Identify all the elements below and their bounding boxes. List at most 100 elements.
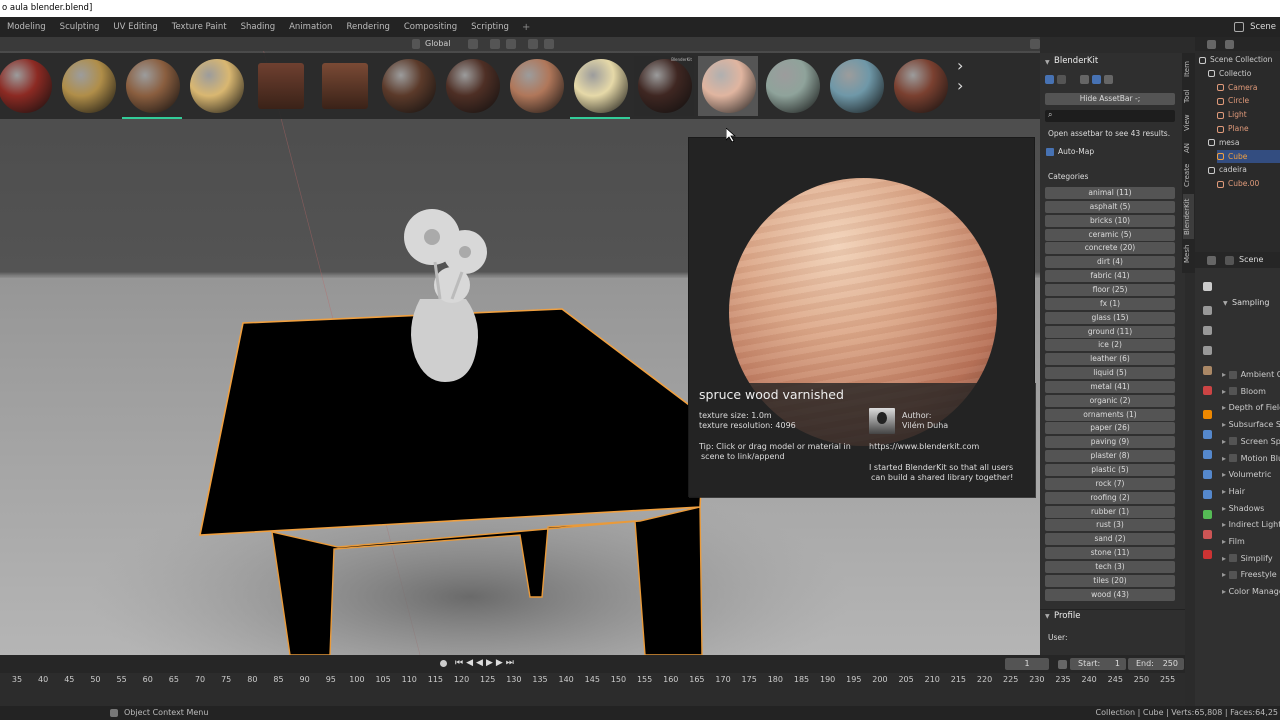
asset-thumbnail[interactable] xyxy=(442,56,502,116)
sidebar-tab[interactable]: View xyxy=(1183,110,1194,135)
material-tab-icon[interactable] xyxy=(1203,530,1212,539)
expand-arrow-icon[interactable]: ▸ xyxy=(1222,554,1229,563)
asset-thumbnail[interactable] xyxy=(378,56,438,116)
profile-collapse-icon[interactable]: ▼ xyxy=(1045,613,1050,620)
transport-icons[interactable]: ⏮◀◀▶▶⏭ xyxy=(455,658,517,668)
frame-ruler[interactable]: 35 40 45 50 55 60 65 70 75 80 85 90 95 100 105 110 115 12… xyxy=(0,675,1185,689)
tool-tab-icon[interactable] xyxy=(1203,282,1212,291)
category-button[interactable]: organic (2) xyxy=(1045,394,1175,407)
category-button[interactable]: rust (3) xyxy=(1045,519,1175,532)
render-setting-panel[interactable]: ▸ Hair xyxy=(1222,487,1245,496)
category-button[interactable]: fabric (41) xyxy=(1045,270,1175,283)
category-button[interactable]: ground (11) xyxy=(1045,325,1175,338)
workspace-tab[interactable]: UV Editing xyxy=(106,17,164,37)
outliner-row[interactable]: Plane xyxy=(1217,122,1249,135)
render-setting-panel[interactable]: ▸ Motion Blu xyxy=(1222,454,1280,463)
world-tab-icon[interactable] xyxy=(1203,386,1212,395)
expand-arrow-icon[interactable]: ▸ xyxy=(1222,370,1229,379)
workspace-tab[interactable]: Animation xyxy=(282,17,339,37)
record-icon[interactable] xyxy=(440,660,447,667)
search-input[interactable]: ⌕ xyxy=(1045,110,1175,122)
orientation-icon[interactable] xyxy=(412,39,420,49)
category-button[interactable]: roofing (2) xyxy=(1045,491,1175,504)
category-button[interactable]: fx (1) xyxy=(1045,297,1175,310)
output-tab-icon[interactable] xyxy=(1203,326,1212,335)
sidebar-tab[interactable]: Item xyxy=(1183,57,1194,81)
current-frame-field[interactable]: 1 xyxy=(1005,658,1049,670)
render-setting-panel[interactable]: ▸ Freestyle xyxy=(1222,570,1277,579)
outliner-row[interactable]: Cube.00 xyxy=(1217,177,1259,190)
render-tab-icon[interactable] xyxy=(1203,306,1212,315)
visibility-icon[interactable] xyxy=(1030,39,1040,49)
collapse-arrow-icon[interactable]: ▼ xyxy=(1045,59,1050,66)
workspace-tab[interactable]: Compositing xyxy=(397,17,464,37)
asset-thumbnail[interactable] xyxy=(890,56,950,116)
workspace-tab[interactable]: Shading xyxy=(234,17,283,37)
sampling-arrow-icon[interactable]: ▼ xyxy=(1223,300,1228,307)
scene-icon[interactable] xyxy=(1234,22,1244,32)
category-button[interactable]: plaster (8) xyxy=(1045,450,1175,463)
enable-checkbox[interactable] xyxy=(1228,554,1237,563)
workspace-tab[interactable]: Texture Paint xyxy=(165,17,234,37)
add-workspace-button[interactable]: + xyxy=(516,22,536,33)
proportional-edit-icon[interactable] xyxy=(528,39,538,49)
category-button[interactable]: rock (7) xyxy=(1045,477,1175,490)
falloff-icon[interactable] xyxy=(544,39,554,49)
outliner-row[interactable]: Light xyxy=(1217,108,1247,121)
render-setting-panel[interactable]: ▸ Film xyxy=(1222,537,1245,546)
category-button[interactable]: tiles (20) xyxy=(1045,574,1175,587)
sidebar-tab[interactable]: Tool xyxy=(1183,86,1194,106)
material-icon[interactable] xyxy=(1092,75,1101,84)
category-button[interactable]: asphalt (5) xyxy=(1045,200,1175,213)
outliner-row[interactable]: Scene Collection xyxy=(1199,53,1272,66)
category-button[interactable]: paper (26) xyxy=(1045,422,1175,435)
outliner-row[interactable]: Circle xyxy=(1217,94,1249,107)
scene-selector[interactable]: Scene xyxy=(1250,17,1280,37)
asset-thumbnail[interactable] xyxy=(826,56,886,116)
expand-arrow-icon[interactable]: ▸ xyxy=(1222,454,1229,463)
category-button[interactable]: sand (2) xyxy=(1045,533,1175,546)
view-layer-tab-icon[interactable] xyxy=(1203,346,1212,355)
category-button[interactable]: ceramic (5) xyxy=(1045,228,1175,241)
next-row-arrow-icon[interactable]: › xyxy=(957,78,969,94)
texture-tab-icon[interactable] xyxy=(1203,550,1212,559)
category-button[interactable]: ice (2) xyxy=(1045,339,1175,352)
category-button[interactable]: floor (25) xyxy=(1045,283,1175,296)
transform-orientation-select[interactable]: Global xyxy=(425,39,451,49)
enable-checkbox[interactable] xyxy=(1228,570,1237,579)
category-button[interactable]: concrete (20) xyxy=(1045,242,1175,255)
asset-thumbnail[interactable] xyxy=(698,56,758,116)
search-icon[interactable] xyxy=(1045,75,1054,84)
asset-thumbnail[interactable] xyxy=(762,56,822,116)
category-button[interactable]: plastic (5) xyxy=(1045,464,1175,476)
asset-thumbnail[interactable] xyxy=(122,56,182,119)
hide-assetbar-button[interactable]: Hide AssetBar -; xyxy=(1045,93,1175,105)
filter-icon[interactable] xyxy=(1225,40,1234,49)
render-setting-panel[interactable]: ▸ Indirect Light xyxy=(1222,520,1280,529)
render-setting-panel[interactable]: ▸ Volumetric xyxy=(1222,470,1271,479)
sampling-panel-header[interactable]: Sampling xyxy=(1232,298,1269,307)
expand-arrow-icon[interactable]: ▸ xyxy=(1222,437,1229,446)
snap-target-icon[interactable] xyxy=(506,39,516,49)
workspace-tab[interactable]: Rendering xyxy=(339,17,396,37)
properties-mode-icon[interactable] xyxy=(1207,256,1216,265)
asset-thumbnail[interactable]: BlenderKit xyxy=(634,56,694,116)
sidebar-tab[interactable]: Mesh xyxy=(1183,243,1194,265)
upload-icon[interactable] xyxy=(1057,75,1066,84)
end-frame-field[interactable]: End: 250 xyxy=(1128,658,1184,670)
physics-tab-icon[interactable] xyxy=(1203,470,1212,479)
render-setting-panel[interactable]: ▸ Ambient C xyxy=(1222,370,1280,379)
asset-thumbnail[interactable] xyxy=(58,56,118,116)
author-url[interactable]: https://www.blenderkit.com xyxy=(869,442,979,452)
profile-header[interactable]: Profile xyxy=(1054,611,1080,621)
category-button[interactable]: ornaments (1) xyxy=(1045,408,1175,421)
render-setting-panel[interactable]: ▸ Subsurface S xyxy=(1222,420,1280,429)
enable-checkbox[interactable] xyxy=(1228,454,1237,462)
constraints-tab-icon[interactable] xyxy=(1203,490,1212,499)
category-button[interactable]: dirt (4) xyxy=(1045,256,1175,269)
sidebar-tab[interactable]: BlenderKit xyxy=(1183,194,1194,239)
asset-thumbnail[interactable] xyxy=(250,56,310,116)
pivot-icon[interactable] xyxy=(468,39,478,49)
category-button[interactable]: rubber (1) xyxy=(1045,505,1175,518)
asset-thumbnail[interactable] xyxy=(506,56,566,116)
